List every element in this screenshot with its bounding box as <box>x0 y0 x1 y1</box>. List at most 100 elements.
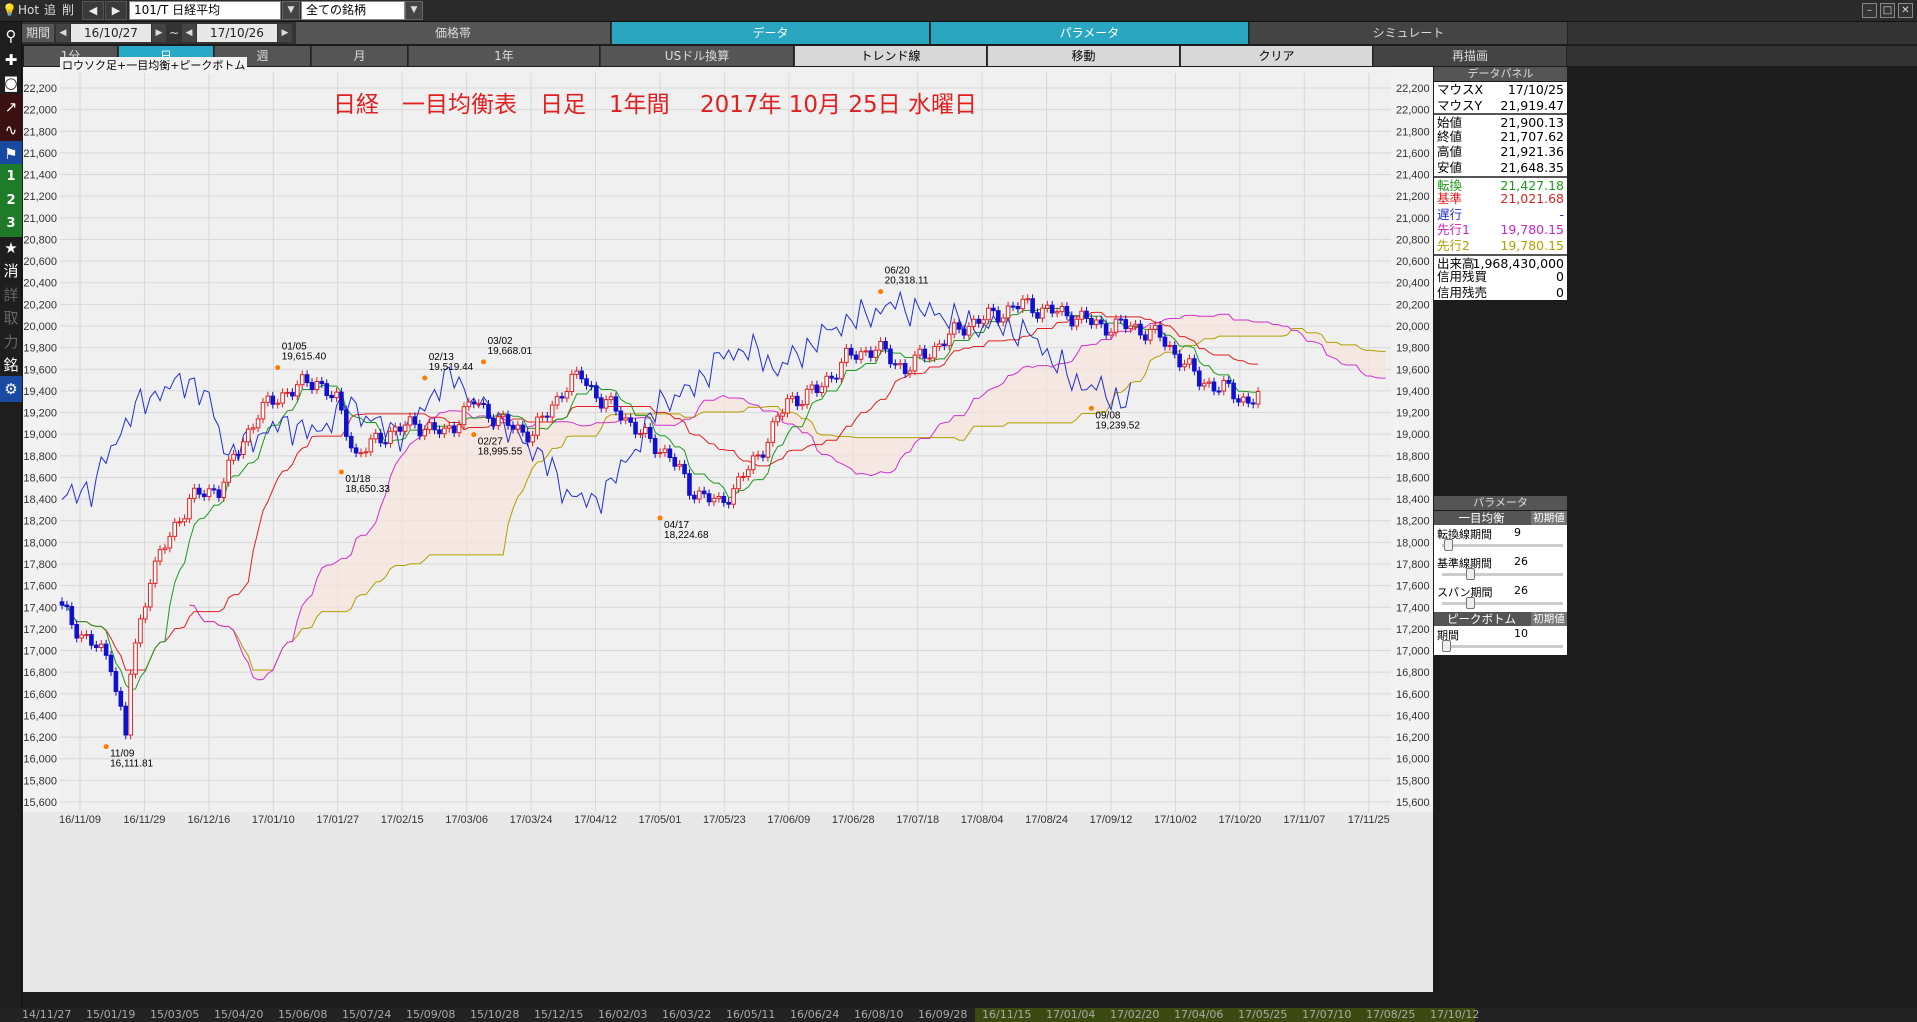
maximize-icon[interactable]: □ <box>1880 3 1895 18</box>
param-slider-track[interactable] <box>1442 645 1563 648</box>
data-row: 転換 21,427.18 <box>1434 175 1567 193</box>
candle-body <box>348 435 354 449</box>
tab-simulate[interactable]: シミュレート <box>1250 22 1568 44</box>
symbol-dropdown-icon[interactable]: ▼ <box>282 1 300 20</box>
sidebar-button-11[interactable]: 消 <box>0 258 22 284</box>
candle-body <box>667 448 673 459</box>
candle-body <box>446 425 452 429</box>
y-tick-label-right: 20,200 <box>1396 299 1430 311</box>
redraw-button[interactable]: 再描画 <box>1374 46 1567 66</box>
sidebar-button-14[interactable]: 力 <box>0 329 22 355</box>
candle-body <box>1098 319 1104 325</box>
candle-body <box>59 601 65 606</box>
data-row-label: マウスX <box>1437 82 1484 97</box>
param-value[interactable]: 26 <box>1514 584 1528 597</box>
sidebar-button-7[interactable]: 1 <box>0 164 22 190</box>
trendline-button[interactable]: トレンド線 <box>795 46 987 66</box>
close-icon[interactable]: ✕ <box>1898 3 1913 18</box>
bulb-icon[interactable]: 💡 <box>2 0 17 21</box>
minimize-icon[interactable]: – <box>1862 3 1877 18</box>
filter-field[interactable]: 全ての銘柄 <box>301 1 405 20</box>
sidebar-button-15[interactable]: 銘 <box>0 352 22 378</box>
prev-symbol-button[interactable]: ◀ <box>82 1 104 20</box>
param-slider-handle[interactable] <box>1466 568 1476 580</box>
param-slider-handle[interactable] <box>1442 640 1451 652</box>
candle-body <box>1167 344 1173 347</box>
tab-parameter[interactable]: パラメータ <box>931 22 1249 44</box>
ichimoku-chart[interactable]: 22,200 22,200 22,000 22,000 21,800 21,800 21,6… <box>23 67 1433 992</box>
y-tick-label-left: 18,400 <box>23 494 57 506</box>
from-prev-icon[interactable]: ◀ <box>56 24 70 42</box>
sidebar-button-13[interactable]: 取 <box>0 305 22 331</box>
bottom-timeline[interactable]: 14/11/27 15/01/19 15/03/05 15/04/20 15/06/08… <box>0 1008 1917 1022</box>
param-group-title: ピークボトム <box>1447 612 1516 626</box>
timeline-label: 16/03/22 <box>662 1008 712 1021</box>
reset-default-button[interactable]: 初期値 <box>1531 511 1567 525</box>
param-slider-track[interactable] <box>1442 573 1563 576</box>
peak-bottom-marker <box>481 359 487 365</box>
candle-body <box>1113 318 1119 333</box>
symbol-field[interactable]: 101/T 日経平均 <box>129 1 281 20</box>
candle-body <box>549 404 555 418</box>
to-prev-icon[interactable]: ◀ <box>182 24 196 42</box>
tf-month[interactable]: 月 <box>312 46 408 66</box>
param-value[interactable]: 10 <box>1514 627 1528 640</box>
param-slider-track[interactable] <box>1442 544 1563 547</box>
indicator-chart-icon[interactable]: ∿ <box>0 117 22 143</box>
from-next-icon[interactable]: ▶ <box>152 24 166 42</box>
param-slider-track[interactable] <box>1442 602 1563 605</box>
sidebar-button-12[interactable]: 詳 <box>0 282 22 308</box>
tf-1year[interactable]: 1年 <box>409 46 600 66</box>
sidebar-button-9[interactable]: 3 <box>0 211 22 237</box>
menu-add[interactable]: 追 <box>42 0 58 21</box>
candle-body <box>883 340 888 350</box>
timeline-label: 15/09/08 <box>406 1008 456 1021</box>
menu-hot[interactable]: Hot <box>18 0 39 21</box>
candle-body <box>1059 305 1065 313</box>
candle-body <box>363 451 369 454</box>
move-button[interactable]: 移動 <box>988 46 1180 66</box>
search-icon[interactable]: ⚲ <box>0 23 22 49</box>
candle-body <box>868 350 874 358</box>
next-symbol-button[interactable]: ▶ <box>105 1 127 20</box>
candle-body <box>407 416 413 426</box>
param-value[interactable]: 26 <box>1514 555 1528 568</box>
candle-body <box>1255 390 1261 405</box>
clear-button[interactable]: クリア <box>1181 46 1373 66</box>
peak-bottom-marker <box>878 289 884 295</box>
line-chart-icon[interactable]: ↗ <box>0 93 22 120</box>
flag-icon[interactable]: ⚑ <box>0 140 22 167</box>
param-value[interactable]: 9 <box>1514 526 1521 539</box>
candle-body <box>956 322 962 330</box>
crosshair-icon[interactable]: ✚ <box>0 47 22 73</box>
tab-data[interactable]: データ <box>612 22 930 44</box>
y-tick-label-right: 16,200 <box>1396 732 1430 744</box>
param-slider-handle[interactable] <box>1466 597 1476 609</box>
candle-body <box>966 325 972 336</box>
star-icon[interactable]: ★ <box>0 235 22 261</box>
from-date-field[interactable]: 16/10/27 <box>71 24 151 42</box>
reset-default-button[interactable]: 初期値 <box>1531 612 1567 626</box>
sidebar-button-8[interactable]: 2 <box>0 187 22 214</box>
candle-body <box>819 386 825 393</box>
chart-area[interactable]: 22,200 22,200 22,000 22,000 21,800 21,800 21,6… <box>23 67 1433 992</box>
candle-body <box>795 395 800 407</box>
menu-delete[interactable]: 削 <box>60 0 76 21</box>
to-date-field[interactable]: 17/10/26 <box>197 24 277 42</box>
timeline-label: 16/05/11 <box>726 1008 776 1021</box>
data-row-value: 19,780.15 <box>1500 222 1564 238</box>
candle-body <box>790 395 795 400</box>
x-tick-label: 17/08/04 <box>961 814 1004 826</box>
candle-body <box>1152 324 1158 330</box>
param-slider-handle[interactable] <box>1444 539 1454 551</box>
candle-body <box>231 453 236 461</box>
camera-icon[interactable]: ◙ <box>0 70 22 96</box>
y-tick-label-right: 21,800 <box>1396 126 1430 138</box>
tab-price-band[interactable]: 価格帯 <box>296 22 611 44</box>
filter-dropdown-icon[interactable]: ▼ <box>405 1 423 20</box>
x-tick-label: 17/02/15 <box>381 814 424 826</box>
usd-convert-button[interactable]: USドル換算 <box>601 46 794 66</box>
gear-icon[interactable]: ⚙ <box>0 375 22 402</box>
to-next-icon[interactable]: ▶ <box>278 24 292 42</box>
plot-area[interactable] <box>60 67 1391 812</box>
